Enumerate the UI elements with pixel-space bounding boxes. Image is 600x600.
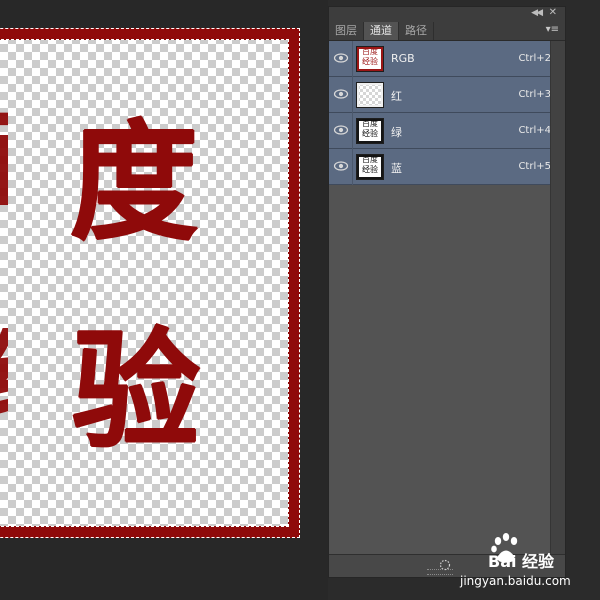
thumb-text: 经验 (362, 57, 378, 66)
thumb-text: 经验 (362, 129, 378, 138)
channel-thumbnail[interactable]: 百度 经验 (356, 154, 384, 180)
channel-name: 红 (391, 90, 402, 103)
seal-char-yan: 验 (72, 317, 201, 466)
channel-row-red[interactable]: 红 Ctrl+3 (329, 77, 565, 113)
channel-row-rgb[interactable]: 百度 经验 RGB Ctrl+2 (329, 41, 565, 77)
channel-shortcut: Ctrl+3 (518, 89, 551, 100)
panel-title-bar[interactable]: ◀◀ ✕ (329, 7, 565, 21)
eye-icon[interactable] (333, 87, 349, 101)
seal-char-edge-top: 百 (0, 110, 8, 210)
seal-image[interactable]: 百 经 度 验 (0, 28, 300, 538)
channel-name: 蓝 (391, 162, 402, 175)
panel-tab-bar: 图层 通道 路径 ▾≡ (329, 21, 565, 41)
row-divider (352, 113, 353, 149)
document-canvas[interactable]: 百 经 度 验 (0, 0, 328, 600)
collapse-icon[interactable]: ◀◀ (531, 8, 543, 18)
panel-scrollbar[interactable] (550, 41, 565, 555)
channel-shortcut: Ctrl+5 (518, 161, 551, 172)
row-divider (352, 77, 353, 113)
channel-row-blue[interactable]: 百度 经验 蓝 Ctrl+5 (329, 149, 565, 185)
baidu-jingyan-watermark: Bai 经验 jingyan.baidu.com (460, 532, 598, 592)
channel-name: 绿 (391, 126, 402, 139)
eye-icon[interactable] (333, 123, 349, 137)
thumb-text: 百度 (362, 155, 378, 164)
resize-grip[interactable] (427, 569, 453, 575)
channel-shortcut: Ctrl+4 (518, 125, 551, 136)
eye-icon[interactable] (333, 51, 349, 65)
channel-thumbnail[interactable]: 百度 经验 (356, 46, 384, 72)
channel-row-green[interactable]: 百度 经验 绿 Ctrl+4 (329, 113, 565, 149)
seal-char-edge-bottom: 经 (0, 328, 8, 428)
watermark-url: jingyan.baidu.com (460, 574, 571, 588)
channel-name: RGB (391, 52, 415, 65)
tab-channels[interactable]: 通道 (364, 22, 399, 40)
seal-char-du: 度 (70, 109, 199, 258)
row-divider (352, 41, 353, 77)
thumb-text: 百度 (362, 47, 378, 56)
channel-shortcut: Ctrl+2 (518, 53, 551, 64)
row-divider (352, 149, 353, 185)
tab-paths[interactable]: 路径 (399, 22, 434, 40)
channel-thumbnail[interactable]: 百度 经验 (356, 118, 384, 144)
tab-layers[interactable]: 图层 (329, 22, 364, 40)
thumb-text: 经验 (362, 165, 378, 174)
thumb-text: 百度 (362, 119, 378, 128)
channel-list: 百度 经验 RGB Ctrl+2 红 Ctrl+3 百度 经验 绿 Ctrl+4… (329, 41, 565, 185)
channels-panel: ◀◀ ✕ 图层 通道 路径 ▾≡ 百度 经验 RGB Ctrl+2 红 Ctrl… (328, 6, 566, 578)
close-icon[interactable]: ✕ (549, 7, 557, 18)
watermark-brand: Bai 经验 (488, 552, 555, 571)
channel-thumbnail[interactable] (356, 82, 384, 108)
eye-icon[interactable] (333, 159, 349, 173)
panel-menu-icon[interactable]: ▾≡ (546, 24, 559, 35)
